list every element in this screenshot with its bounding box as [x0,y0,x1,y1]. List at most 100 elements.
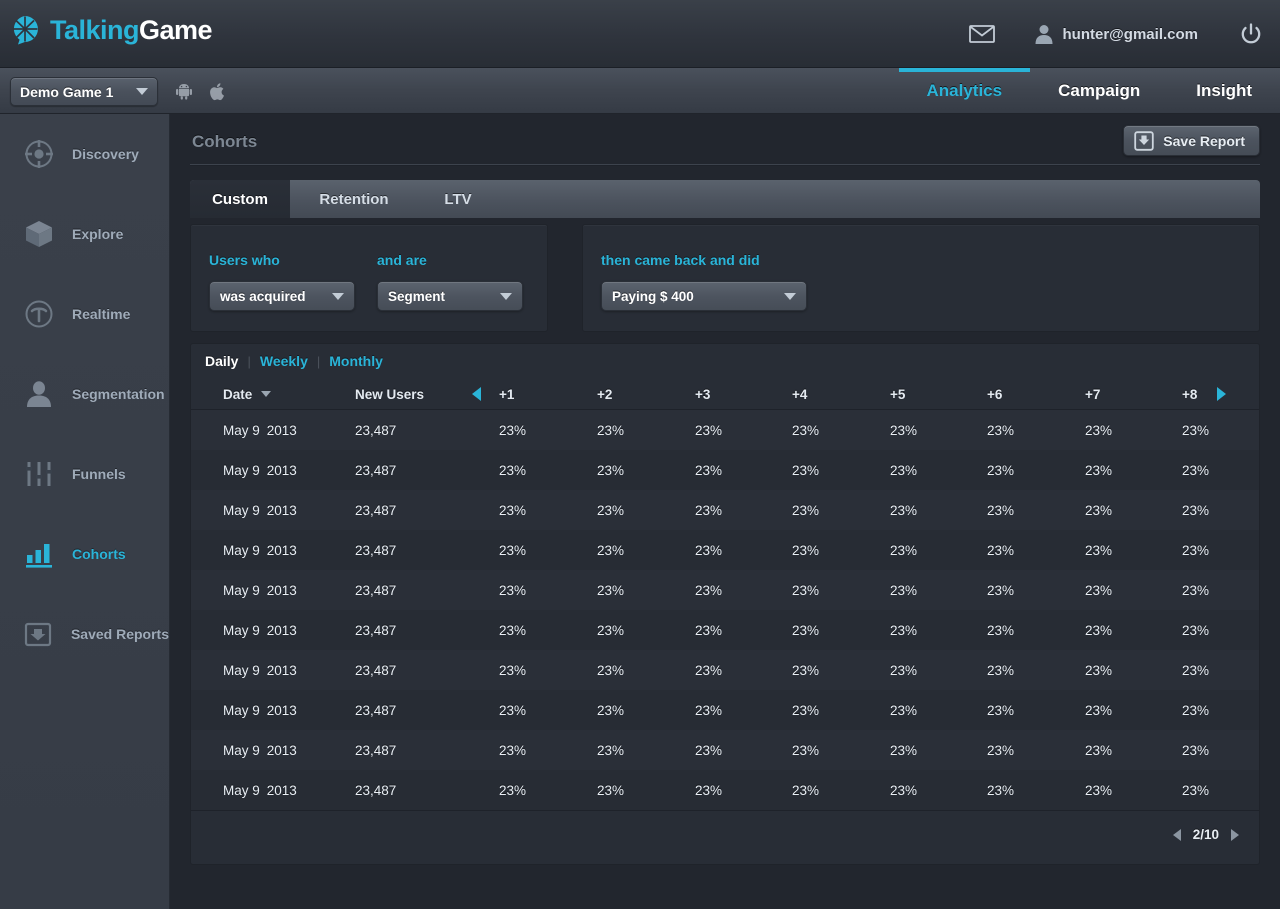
save-report-button[interactable]: Save Report [1123,125,1260,156]
page-next-icon[interactable] [1231,829,1239,841]
column-header-offset-2-label: +2 [597,387,612,402]
sidebar-item-explore-label: Explore [72,226,123,242]
granularity-weekly[interactable]: Weekly [260,353,308,369]
chevron-down-icon [500,293,512,300]
save-report-label: Save Report [1163,133,1245,149]
cell-offset-6: 23% [987,690,1014,730]
cell-offset-2: 23% [597,650,624,690]
scroll-right-button[interactable] [1217,378,1226,410]
tab-custom[interactable]: Custom [190,180,290,218]
column-header-new-users-label: New Users [355,387,424,402]
cell-offset-8: 23% [1182,650,1209,690]
filter-then-came-back-value: Paying $ 400 [612,289,784,304]
granularity-monthly[interactable]: Monthly [329,353,383,369]
cell-date: May 92013 [223,610,297,650]
cell-offset-1: 23% [499,450,526,490]
nav-tab-insight[interactable]: Insight [1168,68,1280,114]
sidebar-item-explore[interactable]: Explore [0,194,169,274]
sidebar-item-segmentation[interactable]: Segmentation [0,354,169,434]
cell-date: May 92013 [223,690,297,730]
brand-logo[interactable]: TalkingGame [10,14,212,46]
table-row[interactable]: May 9201323,48723%23%23%23%23%23%23%23% [191,490,1259,530]
cell-offset-1: 23% [499,610,526,650]
cell-offset-5: 23% [890,410,917,450]
pagination-text: 2/10 [1193,827,1219,842]
column-header-date[interactable]: Date [223,378,271,410]
cell-date: May 92013 [223,730,297,770]
table-row[interactable]: May 9201323,48723%23%23%23%23%23%23%23% [191,770,1259,810]
cell-offset-7: 23% [1085,450,1112,490]
header-divider [190,164,1260,166]
table-row[interactable]: May 9201323,48723%23%23%23%23%23%23%23% [191,450,1259,490]
filter-then-came-back: then came back and did Paying $ 400 [601,252,807,311]
cell-offset-7: 23% [1085,730,1112,770]
cell-offset-8: 23% [1182,570,1209,610]
nav-tab-analytics-label: Analytics [927,81,1003,101]
filter-then-came-back-label: then came back and did [601,252,807,268]
filter-and-are-value: Segment [388,289,500,304]
column-header-offset-4: +4 [792,378,807,410]
cell-date: May 92013 [223,570,297,610]
sidebar-item-saved-reports[interactable]: Saved Reports [0,594,169,674]
table-row[interactable]: May 9201323,48723%23%23%23%23%23%23%23% [191,530,1259,570]
table-row[interactable]: May 9201323,48723%23%23%23%23%23%23%23% [191,570,1259,610]
game-selector[interactable]: Demo Game 1 [10,77,158,106]
user-email[interactable]: hunter@gmail.com [1063,26,1198,43]
table-row[interactable]: May 9201323,48723%23%23%23%23%23%23%23% [191,730,1259,770]
tab-retention[interactable]: Retention [290,180,418,218]
cell-offset-4: 23% [792,410,819,450]
column-header-offset-1: +1 [499,378,514,410]
nav-tab-campaign-label: Campaign [1058,81,1140,101]
cell-date-year: 2013 [267,463,297,478]
android-icon[interactable] [175,82,193,100]
tab-ltv[interactable]: LTV [418,180,498,218]
pagination: 2/10 [1173,827,1239,842]
cell-offset-6: 23% [987,530,1014,570]
cell-offset-1: 23% [499,570,526,610]
table-body: May 9201323,48723%23%23%23%23%23%23%23%M… [191,410,1259,810]
filter-users-who-select[interactable]: was acquired [209,281,355,311]
cell-date: May 92013 [223,650,297,690]
cell-offset-7: 23% [1085,690,1112,730]
apple-icon[interactable] [209,82,225,101]
cell-date-monthday: May 9 [223,543,260,558]
cell-date-monthday: May 9 [223,703,260,718]
sidebar-item-realtime[interactable]: Realtime [0,274,169,354]
sidebar-item-cohorts-label: Cohorts [72,546,126,562]
sort-descending-icon [261,391,271,397]
cell-offset-6: 23% [987,490,1014,530]
nav-tab-analytics[interactable]: Analytics [899,68,1031,114]
cell-offset-4: 23% [792,610,819,650]
granularity-separator: | [247,354,250,369]
scroll-left-button[interactable] [472,378,481,410]
cell-date-monthday: May 9 [223,583,260,598]
cell-date-monthday: May 9 [223,503,260,518]
cell-date-year: 2013 [267,783,297,798]
filter-then-came-back-select[interactable]: Paying $ 400 [601,281,807,311]
cell-offset-5: 23% [890,570,917,610]
sidebar-item-cohorts[interactable]: Cohorts [0,514,169,594]
cell-new-users: 23,487 [355,530,396,570]
filter-and-are-select[interactable]: Segment [377,281,523,311]
table-row[interactable]: May 9201323,48723%23%23%23%23%23%23%23% [191,610,1259,650]
cell-offset-6: 23% [987,730,1014,770]
power-icon[interactable] [1240,23,1262,45]
column-header-offset-4-label: +4 [792,387,807,402]
cell-offset-2: 23% [597,410,624,450]
cell-new-users: 23,487 [355,690,396,730]
cell-offset-1: 23% [499,530,526,570]
cell-offset-6: 23% [987,650,1014,690]
column-header-new-users[interactable]: New Users [355,378,424,410]
page-prev-icon[interactable] [1173,829,1181,841]
table-row[interactable]: May 9201323,48723%23%23%23%23%23%23%23% [191,410,1259,450]
mail-icon[interactable] [969,21,995,47]
sidebar-item-discovery[interactable]: Discovery [0,114,169,194]
table-row[interactable]: May 9201323,48723%23%23%23%23%23%23%23% [191,690,1259,730]
nav-tab-insight-label: Insight [1196,81,1252,101]
filter-row: Users who was acquired and are Segment t… [190,224,1260,332]
granularity-daily[interactable]: Daily [205,353,238,369]
nav-tab-campaign[interactable]: Campaign [1030,68,1168,114]
page-title: Cohorts [192,132,257,152]
sidebar-item-funnels[interactable]: Funnels [0,434,169,514]
table-row[interactable]: May 9201323,48723%23%23%23%23%23%23%23% [191,650,1259,690]
